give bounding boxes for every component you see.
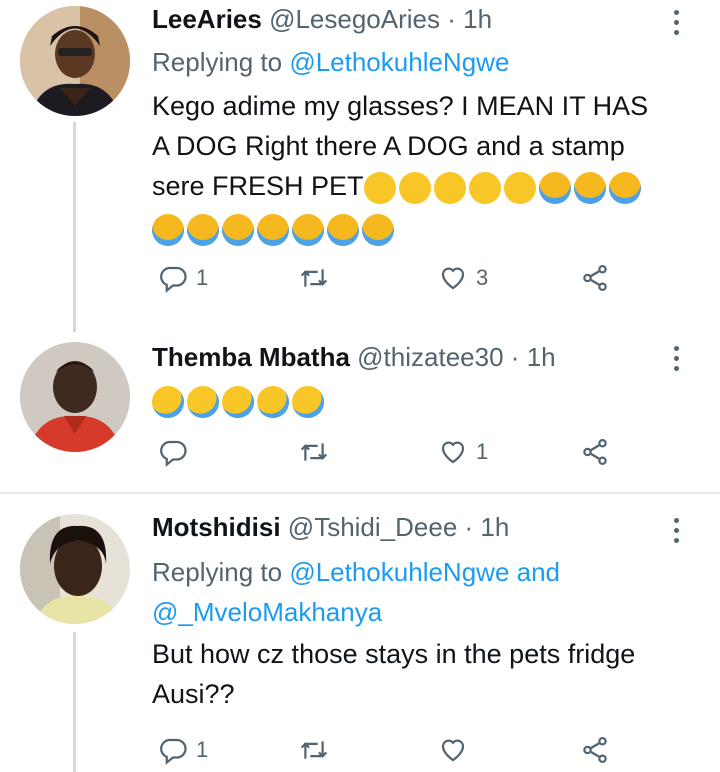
emoji-row xyxy=(152,213,394,246)
thread-line xyxy=(73,632,76,772)
tears-of-joy-emoji xyxy=(398,171,431,204)
avatar[interactable] xyxy=(20,6,130,116)
like-icon xyxy=(441,441,465,464)
tweet-leearies[interactable]: LeeAries @LesegoAries · 1h Replying to @… xyxy=(0,0,720,332)
mention-link[interactable]: @LethokuhleNgwe xyxy=(289,47,509,77)
display-name[interactable]: Motshidisi xyxy=(152,512,281,542)
tweet-actions: 1 xyxy=(152,730,652,770)
more-icon[interactable] xyxy=(674,518,680,548)
reply-button[interactable]: 1 xyxy=(158,730,208,770)
timestamp[interactable]: 1h xyxy=(463,4,492,34)
tweet-actions: 1 3 xyxy=(152,258,652,298)
tweet-text-line: sere FRESH PET xyxy=(152,166,648,206)
share-button[interactable] xyxy=(580,730,610,770)
replying-to: Replying to @LethokuhleNgwe xyxy=(152,44,509,80)
more-icon[interactable] xyxy=(674,10,680,40)
reply-count: 1 xyxy=(196,737,209,762)
display-name[interactable]: LeeAries xyxy=(152,4,262,34)
rofl-emoji xyxy=(216,380,260,424)
mention-link[interactable]: @_MveloMakhanya xyxy=(152,597,382,627)
tweet-header: Motshidisi @Tshidi_Deee · 1h xyxy=(152,512,509,543)
reply-button[interactable] xyxy=(158,432,196,472)
tweet-text-line: But how cz those stays in the pets fridg… xyxy=(152,639,636,669)
user-handle[interactable]: @Tshidi_Deee xyxy=(288,512,457,542)
avatar[interactable] xyxy=(20,514,130,624)
reply-icon xyxy=(160,738,187,765)
loudly-crying-emoji xyxy=(573,171,606,204)
share-button[interactable] xyxy=(580,432,610,472)
reply-button[interactable]: 1 xyxy=(158,258,208,298)
share-icon xyxy=(583,737,607,763)
like-button[interactable]: 3 xyxy=(438,258,488,298)
loudly-crying-emoji xyxy=(292,213,324,246)
tweet-text-line: Kego adime my glasses? I MEAN IT HAS xyxy=(152,91,649,121)
tweet-motshidisi[interactable]: Motshidisi @Tshidi_Deee · 1h Replying to… xyxy=(0,494,720,772)
separator-dot: · xyxy=(464,512,474,542)
loudly-crying-emoji xyxy=(362,213,394,246)
loudly-crying-emoji xyxy=(538,171,571,204)
tweet-text-line: A DOG Right there A DOG and a stamp xyxy=(152,131,625,161)
reply-count: 1 xyxy=(196,265,209,290)
share-button[interactable] xyxy=(580,258,610,298)
retweet-button[interactable] xyxy=(298,258,338,298)
rofl-emoji xyxy=(286,380,330,424)
timestamp[interactable]: 1h xyxy=(527,342,556,372)
replying-prefix: Replying to xyxy=(152,557,283,587)
like-count: 1 xyxy=(476,439,489,464)
timestamp[interactable]: 1h xyxy=(480,512,509,542)
retweet-icon xyxy=(300,443,328,461)
tweet-text-line: Ausi?? xyxy=(152,679,235,709)
separator-dot: · xyxy=(510,342,520,372)
tears-of-joy-emoji xyxy=(363,171,396,204)
retweet-button[interactable] xyxy=(298,432,338,472)
loudly-crying-emoji xyxy=(257,213,289,246)
tears-of-joy-emoji xyxy=(503,171,536,204)
more-icon[interactable] xyxy=(674,346,680,376)
tweet-header: Themba Mbatha @thizatee30 · 1h xyxy=(152,342,556,373)
tears-of-joy-emoji xyxy=(468,171,501,204)
loudly-crying-emoji xyxy=(608,171,641,204)
retweet-icon xyxy=(300,741,328,759)
like-button[interactable]: 1 xyxy=(438,432,488,472)
rofl-emoji xyxy=(146,380,190,424)
tweet-text: Kego adime my glasses? I MEAN IT HAS A D… xyxy=(152,86,648,248)
tweet-header: LeeAries @LesegoAries · 1h xyxy=(152,4,492,35)
reply-icon xyxy=(160,266,187,293)
like-icon xyxy=(441,267,465,290)
display-name[interactable]: Themba Mbatha xyxy=(152,342,350,372)
tears-of-joy-emoji xyxy=(433,171,466,204)
tweet-themba-mbatha[interactable]: Themba Mbatha @thizatee30 · 1h 1 xyxy=(0,330,720,492)
like-button[interactable] xyxy=(438,730,476,770)
loudly-crying-emoji xyxy=(222,213,254,246)
loudly-crying-emoji xyxy=(187,213,219,246)
replying-to: Replying to @LethokuhleNgwe and @_MveloM… xyxy=(152,552,560,632)
loudly-crying-emoji xyxy=(152,213,184,246)
rofl-emoji xyxy=(251,380,295,424)
mention-link[interactable]: @LethokuhleNgwe xyxy=(289,557,509,587)
reply-icon xyxy=(160,440,187,467)
share-icon xyxy=(583,265,607,291)
replying-and: and xyxy=(516,557,561,587)
user-handle[interactable]: @LesegoAries xyxy=(269,4,440,34)
tweet-text-line xyxy=(152,208,648,248)
tweet-text: But how cz those stays in the pets fridg… xyxy=(152,634,635,714)
tweet-text xyxy=(146,380,330,424)
thread-line xyxy=(73,122,76,332)
user-handle[interactable]: @thizatee30 xyxy=(357,342,503,372)
like-count: 3 xyxy=(476,265,489,290)
rofl-emoji xyxy=(181,380,225,424)
tweet-actions: 1 xyxy=(152,432,652,472)
separator-dot: · xyxy=(447,4,456,34)
avatar[interactable] xyxy=(20,342,130,452)
emoji-row xyxy=(146,380,330,424)
share-icon xyxy=(583,439,607,465)
like-icon xyxy=(441,739,465,762)
replying-prefix: Replying to xyxy=(152,47,283,77)
retweet-button[interactable] xyxy=(298,730,338,770)
emoji-row xyxy=(363,171,641,204)
retweet-icon xyxy=(300,269,328,287)
loudly-crying-emoji xyxy=(327,213,359,246)
